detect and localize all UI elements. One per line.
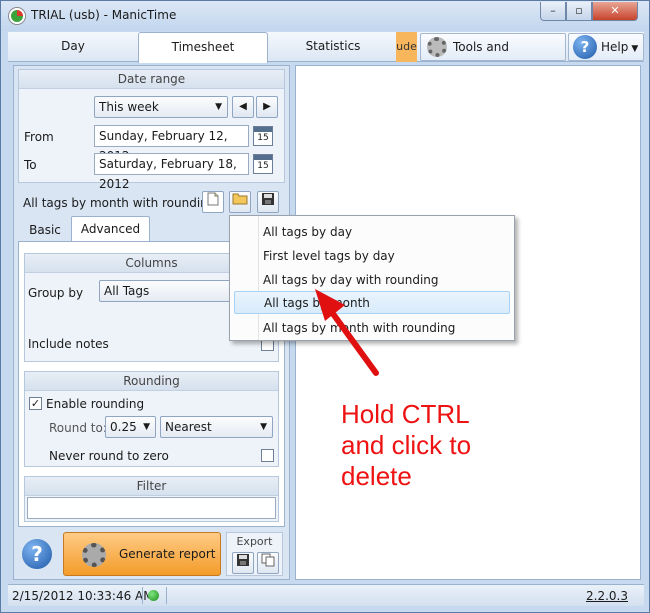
new-document-icon xyxy=(207,192,219,206)
rounding-method-value: Nearest xyxy=(165,420,212,434)
export-label: Export xyxy=(236,535,273,548)
calendar-icon[interactable]: 15 xyxy=(253,154,273,174)
annotation-arrow xyxy=(315,289,379,376)
report-name: All tags by month with rounding xyxy=(23,196,216,210)
help-button[interactable]: ? Help ▼ xyxy=(568,33,644,61)
chevron-down-icon: ▼ xyxy=(215,102,222,112)
tab-statistics[interactable]: Statistics xyxy=(268,32,398,62)
date-preset-value: This week xyxy=(99,100,159,114)
version-link[interactable]: 2.2.0.3 xyxy=(586,589,628,603)
never-round-to-zero-label: Never round to zero xyxy=(49,449,169,463)
close-button[interactable]: ✕ xyxy=(592,2,638,21)
manictime-logo-icon xyxy=(9,8,25,24)
help-icon: ? xyxy=(573,35,597,59)
menu-item[interactable]: First level tags by day xyxy=(234,245,510,268)
gear-icon xyxy=(427,37,447,57)
tab-day[interactable]: Day xyxy=(8,32,138,62)
chevron-down-icon: ▼ xyxy=(631,44,639,54)
tab-timesheet[interactable]: Timesheet xyxy=(138,32,268,63)
export-copy-button[interactable] xyxy=(257,552,279,574)
menu-item[interactable]: All tags by day xyxy=(234,221,510,244)
group-by-select[interactable]: All Tags xyxy=(99,280,249,302)
save-report-button[interactable] xyxy=(257,191,279,213)
filter-input[interactable] xyxy=(27,497,276,519)
next-range-button[interactable]: ▶ xyxy=(256,96,278,118)
help-label: Help xyxy=(601,40,629,54)
tools-and-settings-button[interactable]: Tools and settings▼ xyxy=(420,33,566,81)
filter-group: Filter xyxy=(24,476,279,522)
window-title: TRIAL (usb) - ManicTime xyxy=(31,8,177,22)
new-report-button[interactable] xyxy=(202,191,224,213)
tracking-status-icon xyxy=(148,590,159,601)
save-icon xyxy=(237,554,249,566)
never-round-to-zero-checkbox[interactable] xyxy=(261,449,274,462)
status-datetime: 2/15/2012 10:33:46 AM xyxy=(12,589,154,603)
title-bar: TRIAL (usb) - ManicTime – ▫ ✕ xyxy=(1,1,649,31)
copy-icon xyxy=(261,553,275,567)
status-divider xyxy=(166,587,167,604)
tab-basic[interactable]: Basic xyxy=(21,218,69,242)
group-by-value: All Tags xyxy=(104,284,150,298)
from-date-field[interactable]: Sunday, February 12, 2012 xyxy=(94,125,249,163)
date-range-header: Date range xyxy=(19,70,284,89)
from-label: From xyxy=(24,130,54,144)
help-icon[interactable]: ? xyxy=(20,537,54,571)
to-label: To xyxy=(24,158,37,172)
maximize-button[interactable]: ▫ xyxy=(566,2,592,21)
tab-advanced[interactable]: Advanced xyxy=(71,216,150,242)
include-notes-label: Include notes xyxy=(28,337,109,351)
open-report-button[interactable] xyxy=(229,191,251,213)
round-to-select[interactable]: 0.25 ▼ xyxy=(105,416,156,438)
annotation-text: Hold CTRL and click to delete xyxy=(341,399,472,491)
enable-rounding-label: Enable rounding xyxy=(46,397,145,411)
rounding-header: Rounding xyxy=(25,372,278,391)
app-window: TRIAL (usb) - ManicTime – ▫ ✕ Day Timesh… xyxy=(0,0,650,613)
generate-report-label: Generate report xyxy=(119,547,216,561)
round-to-value: 0.25 xyxy=(110,420,137,434)
generate-report-button[interactable]: Generate report xyxy=(63,532,221,576)
chevron-down-icon: ▼ xyxy=(143,422,150,432)
enable-rounding-checkbox[interactable]: ✓ xyxy=(29,397,42,410)
gears-icon xyxy=(82,543,106,567)
date-preset-select[interactable]: This week ▼ xyxy=(94,96,228,118)
to-date-field[interactable]: Saturday, February 18, 2012 xyxy=(94,153,249,191)
export-save-button[interactable] xyxy=(232,552,254,574)
minimize-button[interactable]: – xyxy=(540,2,566,21)
filter-header: Filter xyxy=(25,477,278,496)
chevron-down-icon: ▼ xyxy=(260,422,267,432)
calendar-icon[interactable]: 15 xyxy=(253,126,273,146)
rounding-method-select[interactable]: Nearest ▼ xyxy=(160,416,273,438)
round-to-label: Round to: xyxy=(49,421,107,435)
group-by-label: Group by xyxy=(28,286,84,300)
tab-partial[interactable]: ude xyxy=(396,32,417,62)
save-icon xyxy=(262,193,274,205)
folder-icon xyxy=(232,193,248,205)
status-divider xyxy=(142,587,143,604)
status-bar: 2/15/2012 10:33:46 AM 2.2.0.3 xyxy=(8,584,644,606)
main-tab-bar: Day Timesheet Statistics ude Tools and s… xyxy=(8,32,644,81)
previous-range-button[interactable]: ◀ xyxy=(232,96,254,118)
